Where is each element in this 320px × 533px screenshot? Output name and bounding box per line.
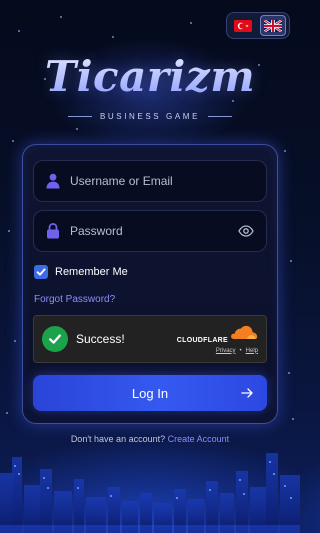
username-field [33,160,267,202]
checkbox-checked[interactable] [34,265,48,279]
cloudflare-links: Privacy • Help [216,348,258,354]
divider-line-left [67,116,92,117]
eye-icon[interactable] [238,225,254,237]
lock-icon [46,223,60,239]
city-skyline-illustration [0,453,300,533]
cloudflare-logo: CLOUDFLARE [177,325,258,345]
login-button-label: Log In [131,385,169,401]
link-separator: • [239,347,242,354]
password-field [33,210,267,252]
username-input[interactable] [70,174,254,188]
captcha-status: Success! [76,332,125,346]
cloudflare-cloud-icon [230,325,258,345]
password-input[interactable] [70,224,238,238]
remember-me-label: Remember Me [55,266,128,278]
uk-flag-icon [264,19,282,32]
privacy-link[interactable]: Privacy [216,348,236,354]
user-icon [46,173,60,189]
cloudflare-branding: CLOUDFLARE Privacy • Help [177,325,258,354]
divider-line-right [208,116,233,117]
login-card: Remember Me Forgot Password? Success! CL… [22,144,278,424]
captcha-widget: Success! CLOUDFLARE Privacy • Help [33,315,267,363]
arrow-right-icon [241,388,253,398]
brand-logo-title: Ticarizm [0,52,300,101]
language-switcher [226,12,290,39]
login-button[interactable]: Log In [33,375,267,411]
language-option-en[interactable] [260,15,286,36]
turkey-flag-icon [234,19,252,32]
help-link[interactable]: Help [246,348,258,354]
brand-subtitle-text: BUSINESS GAME [99,112,201,121]
remember-me-checkbox[interactable]: Remember Me [34,265,128,279]
language-option-tr[interactable] [230,15,256,36]
forgot-password-link[interactable]: Forgot Password? [34,294,115,305]
brand-subtitle: BUSINESS GAME [0,112,300,121]
success-check-icon [42,326,68,352]
cloudflare-name: CLOUDFLARE [176,336,228,344]
check-icon [36,268,46,276]
